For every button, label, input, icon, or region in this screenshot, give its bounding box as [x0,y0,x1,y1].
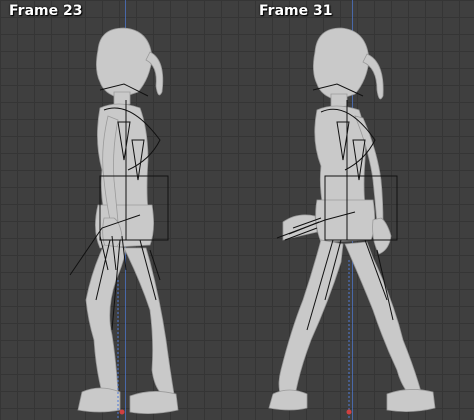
foot-back-shape [268,389,308,411]
frame-label: Frame 31 [259,3,333,19]
ponytail-shape [362,53,384,100]
leg-front-shape [344,241,422,395]
leg-front-shape [123,247,175,395]
foot-front-shape [386,389,436,412]
viewport-panel-frame-31[interactable]: Frame 31 [237,0,474,420]
leg-back-shape [278,239,344,397]
foot-front-shape [129,391,179,414]
hand-shape [282,214,318,241]
3d-viewport[interactable]: Frame 23 Frame 31 [0,0,474,420]
head-shape [313,27,370,101]
viewport-panel-frame-23[interactable]: Frame 23 [0,0,237,420]
frame-label: Frame 23 [9,3,83,19]
origin-marker [119,409,125,415]
head-shape [96,27,153,99]
origin-marker [346,409,352,415]
leg-back-shape [85,244,127,393]
character-model-frame-31[interactable] [237,0,474,420]
foot-back-shape [77,387,121,413]
character-model-frame-23[interactable] [0,0,237,420]
